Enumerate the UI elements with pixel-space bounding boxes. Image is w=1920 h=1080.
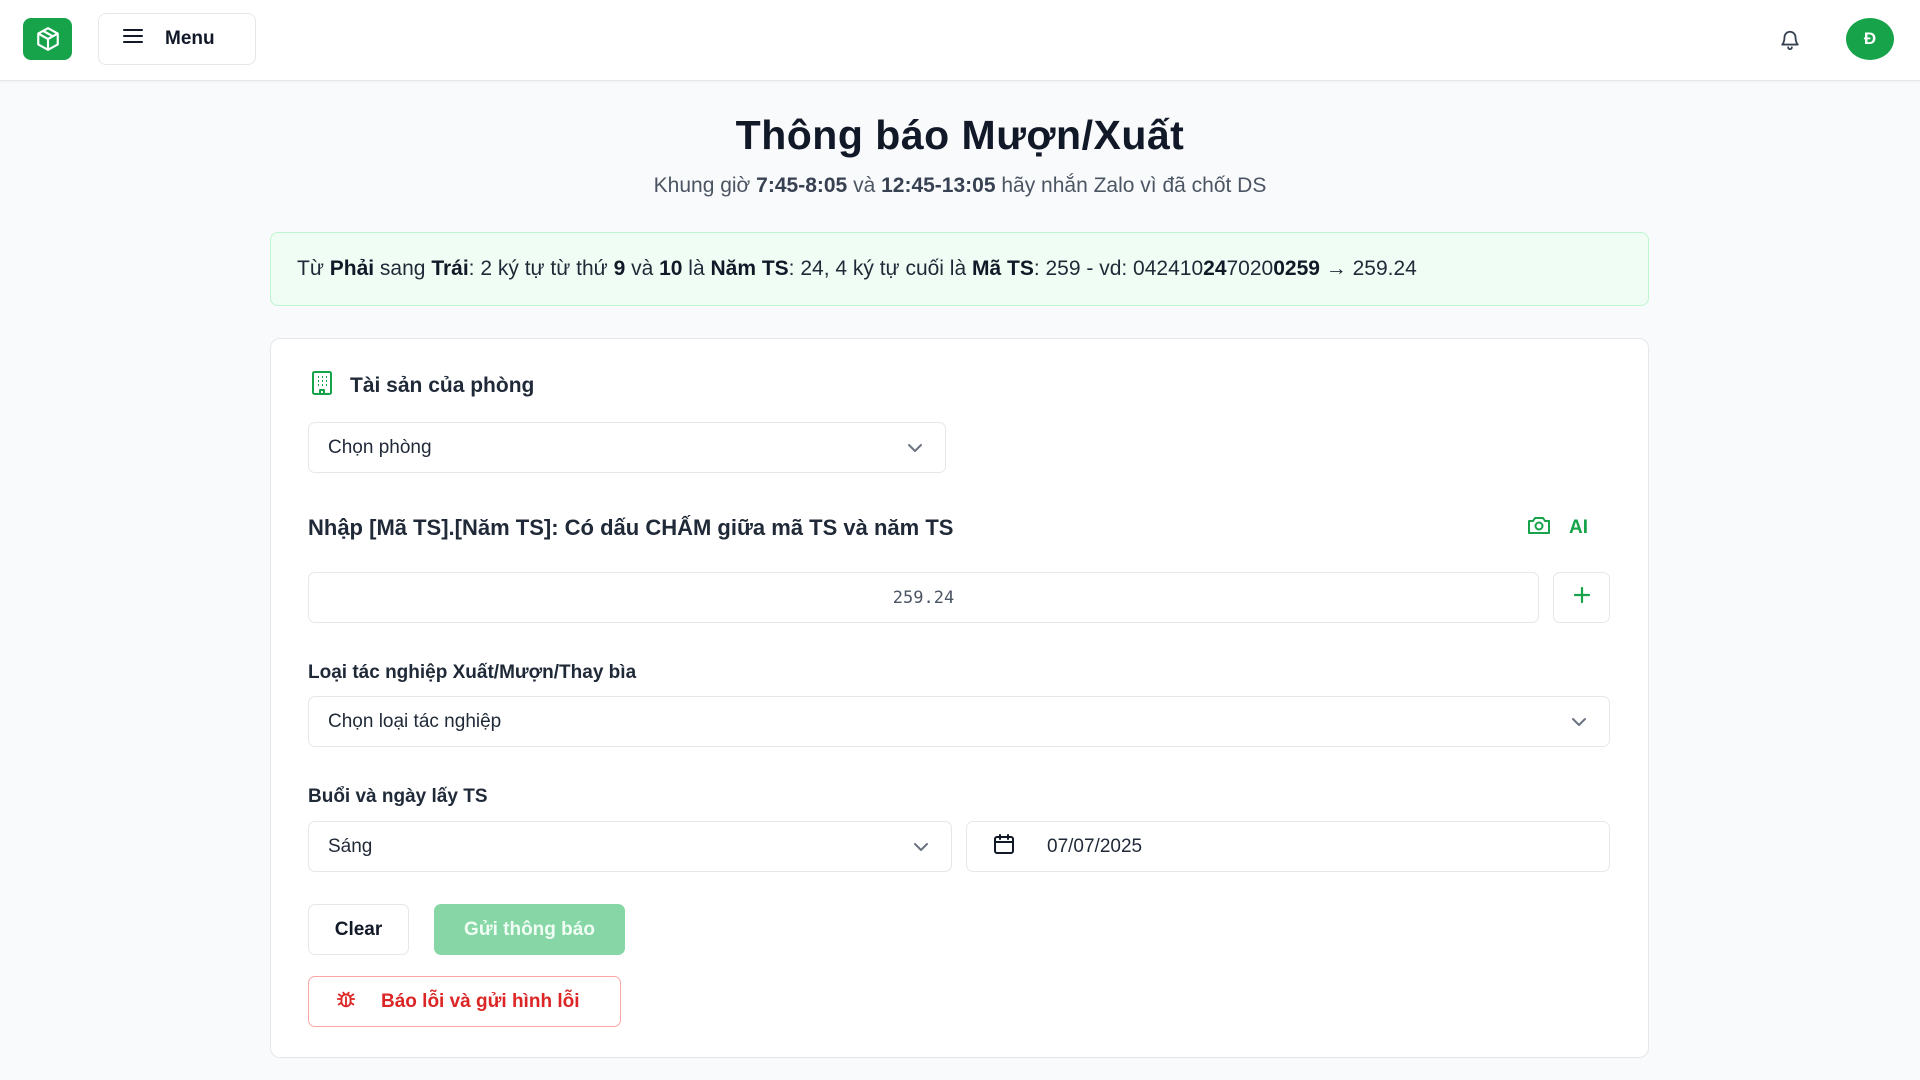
camera-icon: [1527, 515, 1551, 541]
chevron-down-icon: [907, 437, 923, 459]
bug-icon: [335, 988, 357, 1016]
room-section-header: Tài sản của phòng: [310, 370, 535, 402]
send-notification-button[interactable]: Gửi thông báo: [434, 904, 625, 955]
top-bar: Menu Đ: [0, 0, 1920, 81]
calendar-icon: [993, 833, 1015, 861]
avatar[interactable]: Đ: [1846, 18, 1894, 60]
chevron-down-icon: [1571, 711, 1587, 733]
room-select[interactable]: Chọn phòng: [308, 422, 946, 473]
room-section-title: Tài sản của phòng: [350, 374, 535, 397]
page-title: Thông báo Mượn/Xuất: [735, 112, 1185, 158]
operation-select-value: Chọn loại tác nghiệp: [328, 710, 502, 732]
page-subtitle: Khung giờ 7:45-8:05 và 12:45-13:05 hãy n…: [653, 174, 1267, 197]
schedule-label: Buổi và ngày lấy TS: [308, 786, 488, 807]
menu-label: Menu: [165, 28, 215, 49]
clear-button[interactable]: Clear: [308, 904, 409, 955]
room-select-value: Chọn phòng: [328, 436, 432, 458]
asset-code-label: Nhập [Mã TS].[Năm TS]: Có dấu CHẤM giữa …: [308, 515, 954, 540]
report-bug-button[interactable]: Báo lỗi và gửi hình lỗi: [308, 976, 621, 1027]
chevron-down-icon: [913, 836, 929, 858]
date-picker[interactable]: 07/07/2025: [966, 821, 1610, 872]
add-asset-button[interactable]: [1553, 572, 1610, 623]
date-value: 07/07/2025: [1047, 835, 1143, 857]
ai-scan-button[interactable]: AI: [1527, 514, 1588, 542]
session-select[interactable]: Sáng: [308, 821, 952, 872]
operation-type-select[interactable]: Chọn loại tác nghiệp: [308, 696, 1610, 747]
plus-icon: [1573, 586, 1591, 609]
report-bug-label: Báo lỗi và gửi hình lỗi: [381, 990, 580, 1012]
operation-type-label: Loại tác nghiệp Xuất/Mượn/Thay bìa: [308, 662, 637, 683]
asset-code-input[interactable]: [308, 572, 1539, 623]
building-icon: [310, 370, 334, 402]
box-logo-icon[interactable]: [23, 18, 72, 60]
bell-icon[interactable]: [1776, 26, 1804, 54]
ai-label: AI: [1569, 517, 1588, 538]
format-hint-box: Từ Phải sang Trái: 2 ký tự từ thứ 9 và 1…: [270, 232, 1649, 306]
hamburger-icon: [123, 28, 143, 50]
menu-button[interactable]: Menu: [98, 13, 256, 65]
session-select-value: Sáng: [328, 835, 373, 857]
